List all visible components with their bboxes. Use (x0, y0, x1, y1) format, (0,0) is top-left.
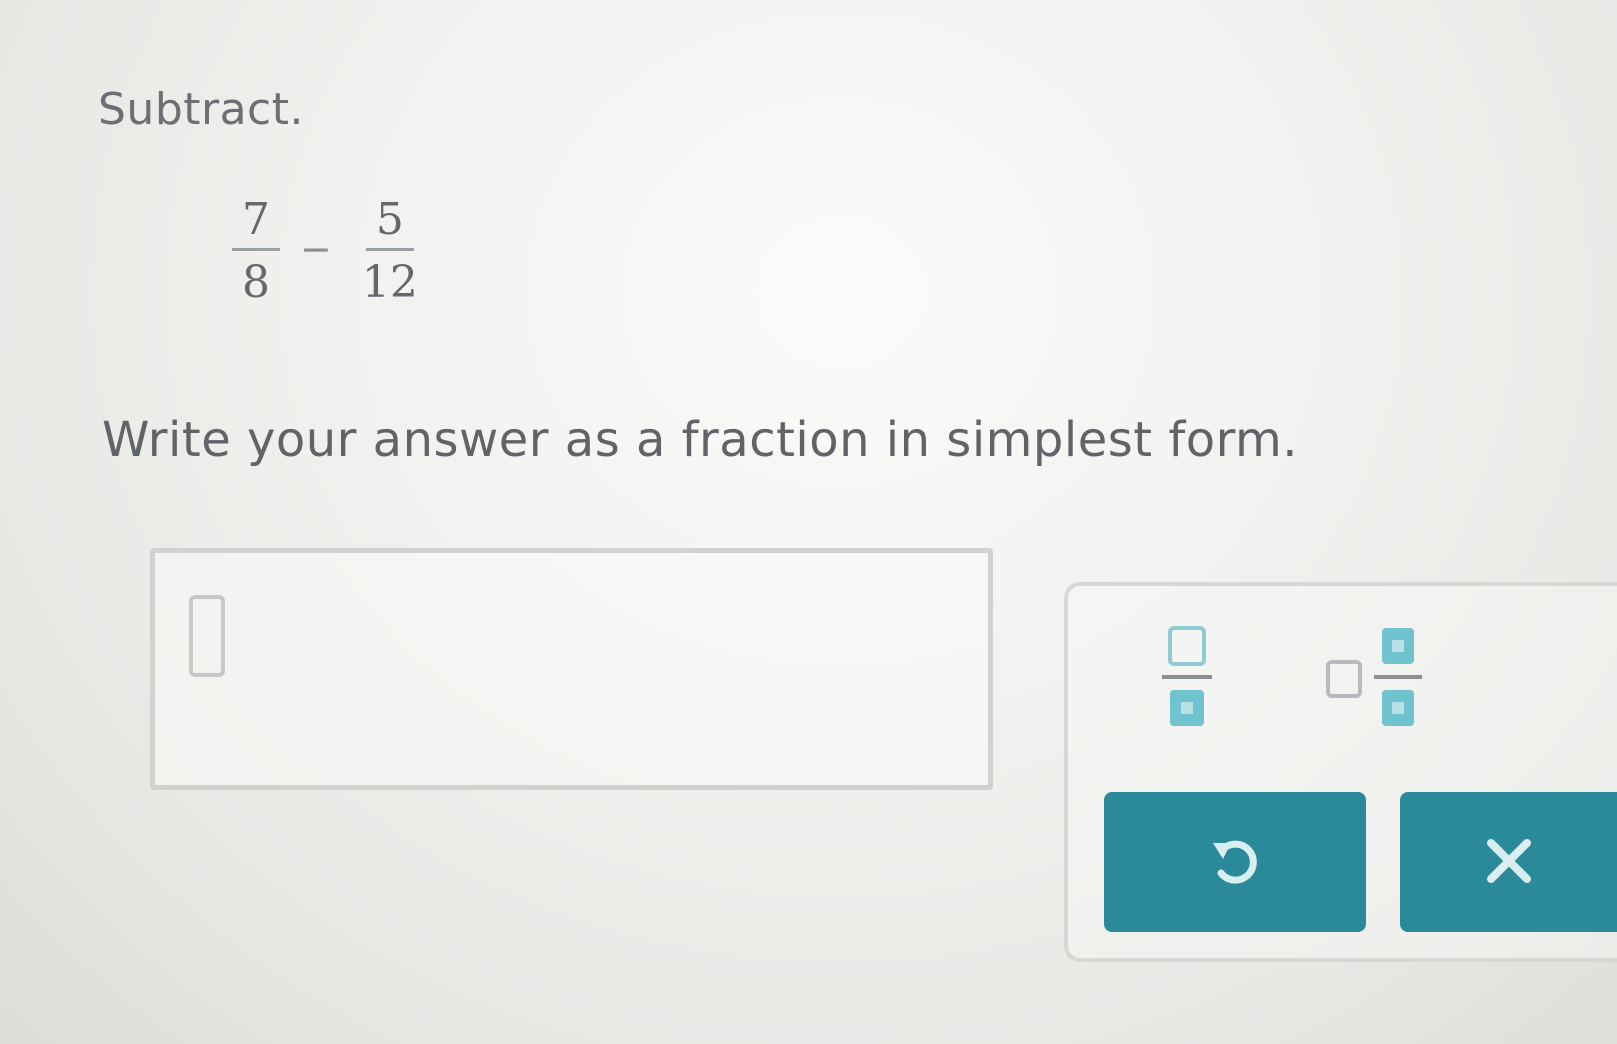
answer-prompt: Write your answer as a fraction in simpl… (102, 412, 1298, 468)
second-fraction: 5 12 (352, 198, 428, 305)
second-numerator: 5 (365, 198, 414, 251)
undo-icon (1213, 840, 1257, 884)
mixed-number-icon (1326, 628, 1422, 726)
fraction-icon (1162, 626, 1212, 726)
first-fraction: 7 8 (232, 198, 280, 305)
first-denominator: 8 (242, 257, 270, 308)
answer-input[interactable] (150, 548, 993, 790)
clear-button[interactable] (1400, 792, 1617, 932)
second-denominator: 12 (361, 257, 418, 308)
math-keypad (1064, 582, 1617, 962)
fraction-template-button[interactable] (1152, 622, 1222, 732)
first-numerator: 7 (232, 198, 280, 251)
close-icon (1486, 838, 1531, 883)
problem-instruction: Subtract. (98, 84, 304, 135)
mixed-number-template-button[interactable] (1322, 622, 1442, 732)
subtraction-expression: 7 8 − 5 12 (232, 198, 428, 305)
minus-operator: − (300, 226, 332, 271)
answer-placeholder-slot[interactable] (189, 595, 225, 677)
undo-button[interactable] (1104, 792, 1366, 932)
